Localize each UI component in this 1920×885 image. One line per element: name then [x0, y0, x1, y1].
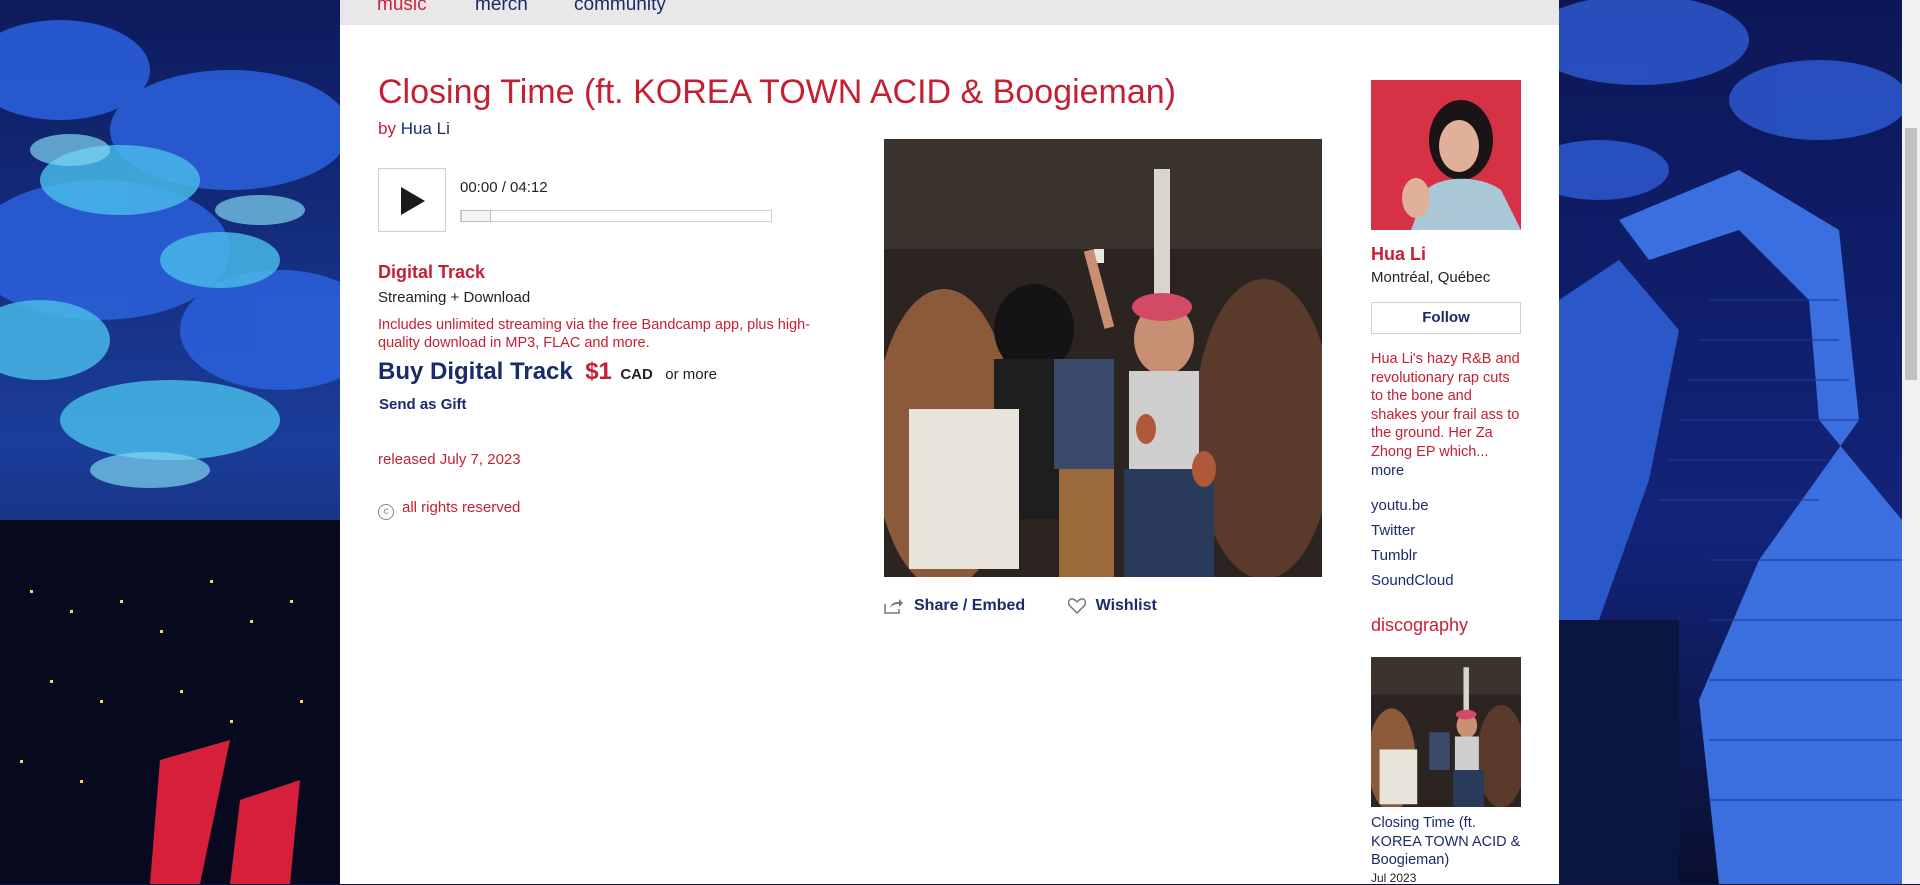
link-twitter[interactable]: Twitter [1371, 521, 1454, 546]
nav-music[interactable]: music [377, 0, 427, 16]
price: $1 [585, 358, 612, 385]
band-bio: Hua Li's hazy R&B and revolutionary rap … [1371, 351, 1520, 460]
wishlist-button[interactable]: Wishlist [1067, 597, 1157, 615]
share-embed-button[interactable]: Share / Embed [884, 597, 1025, 615]
byline: by Hua Li [378, 119, 450, 139]
page-scrollbar[interactable] [1902, 0, 1920, 884]
rights-notice: c all rights reserved [378, 499, 520, 520]
send-as-gift-button[interactable]: Send as Gift [379, 396, 467, 413]
copyright-icon: c [378, 504, 394, 520]
format-description: Includes unlimited streaming via the fre… [378, 317, 811, 351]
buy-row: Buy Digital Track $1 CAD or more [378, 358, 717, 386]
play-icon [401, 187, 425, 215]
share-icon [884, 599, 903, 614]
rights-text: all rights reserved [402, 499, 521, 516]
bio-more-link[interactable]: more [1371, 463, 1404, 479]
discography-item-date: Jul 2023 [1371, 871, 1417, 885]
progress-bar[interactable] [460, 210, 772, 222]
format-subtitle: Streaming + Download [378, 289, 531, 306]
buy-button[interactable]: Buy Digital Track [378, 358, 573, 385]
background-art-right [1559, 0, 1902, 884]
format-title[interactable]: Digital Track [378, 262, 485, 283]
link-soundcloud[interactable]: SoundCloud [1371, 571, 1454, 596]
track-title: Closing Time (ft. KOREA TOWN ACID & Boog… [378, 73, 1177, 111]
main-content: music merch community Closing Time (ft. … [340, 0, 1559, 885]
artist-link[interactable]: Hua Li [401, 119, 450, 138]
discography-item-art[interactable] [1371, 657, 1521, 807]
play-button[interactable] [378, 168, 446, 232]
follow-button[interactable]: Follow [1371, 302, 1521, 334]
discography-title[interactable]: discography [1371, 615, 1468, 636]
or-more-label: or more [665, 366, 717, 383]
heart-icon [1067, 598, 1086, 614]
track-time: 00:00 / 04:12 [460, 179, 548, 196]
by-prefix: by [378, 119, 396, 138]
nav-merch[interactable]: merch [475, 0, 528, 16]
link-youtube[interactable]: youtu.be [1371, 496, 1454, 521]
band-sidebar: Hua Li Montréal, Québec Follow Hua Li's … [1371, 0, 1521, 885]
nav-community[interactable]: community [574, 0, 666, 16]
background-art-left [0, 0, 340, 884]
scrollbar-thumb[interactable] [1905, 128, 1917, 380]
link-tumblr[interactable]: Tumblr [1371, 546, 1454, 571]
band-name[interactable]: Hua Li [1371, 244, 1426, 265]
band-location: Montréal, Québec [1371, 269, 1491, 286]
album-art[interactable] [884, 139, 1322, 577]
band-links: youtu.be Twitter Tumblr SoundCloud [1371, 496, 1454, 596]
release-date: released July 7, 2023 [378, 451, 521, 468]
share-label: Share / Embed [914, 597, 1026, 614]
discography-item-title[interactable]: Closing Time (ft. KOREA TOWN ACID & Boog… [1371, 814, 1521, 870]
band-photo[interactable] [1371, 80, 1521, 230]
share-row: Share / Embed Wishlist [884, 597, 1195, 619]
wishlist-label: Wishlist [1095, 597, 1157, 614]
progress-thumb[interactable] [461, 210, 491, 222]
currency: CAD [620, 366, 653, 383]
